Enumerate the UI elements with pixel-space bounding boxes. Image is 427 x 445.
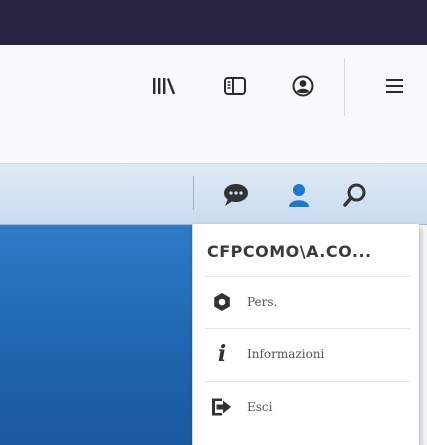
user-dropdown-menu: CFPCOMO\A.CO... Pers. i Informazioni Esc… [192, 224, 419, 445]
menu-item-label: Informazioni [247, 347, 325, 361]
user-icon[interactable] [284, 180, 314, 210]
sidebar-icon[interactable] [221, 72, 249, 100]
account-icon[interactable] [289, 72, 317, 100]
menu-item-info[interactable]: i Informazioni [205, 328, 410, 379]
browser-toolbar [0, 45, 427, 164]
menu-item-settings[interactable]: Pers. [205, 276, 410, 327]
toolbar-separator [344, 58, 345, 116]
search-icon[interactable] [340, 180, 370, 210]
username-label: CFPCOMO\A.CO... [207, 242, 372, 261]
library-icon[interactable] [150, 72, 178, 100]
browser-title-bar [0, 0, 427, 45]
hamburger-menu-icon[interactable] [381, 72, 409, 100]
info-icon: i [217, 341, 227, 367]
chat-icon[interactable] [221, 180, 251, 210]
logout-icon [211, 396, 233, 418]
menu-item-label: Pers. [247, 295, 278, 309]
gear-icon [211, 291, 233, 313]
menu-item-logout[interactable]: Esci [205, 381, 410, 432]
menu-item-label: Esci [247, 400, 273, 414]
app-bar-separator [193, 176, 194, 210]
main-content-area [0, 225, 192, 445]
